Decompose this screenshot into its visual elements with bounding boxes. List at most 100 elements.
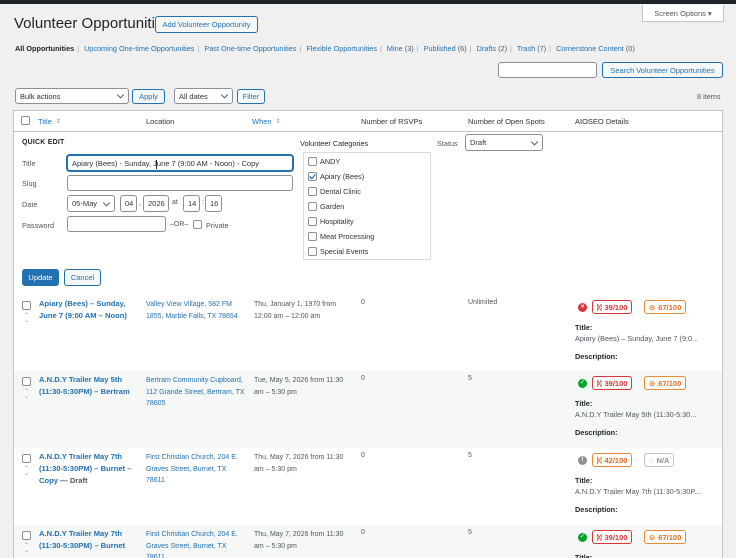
add-opportunity-button[interactable]: Add Volunteer Opportunity	[155, 16, 258, 33]
view-flexible[interactable]: Flexible Opportunities	[306, 44, 377, 53]
row-location[interactable]: First Christian Church, 204 E. Graves St…	[146, 529, 246, 558]
view-mine[interactable]: Mine	[387, 44, 403, 53]
category-checkbox[interactable]	[308, 217, 317, 226]
hour-input[interactable]: 14	[183, 195, 200, 212]
row-title-link[interactable]: Apiary (Bees) – Sunday, June 7 (9:00 AM …	[39, 299, 127, 320]
view-all[interactable]: All Opportunities	[15, 44, 74, 53]
search-input[interactable]	[498, 62, 597, 78]
sort-icon: ⇕	[55, 118, 61, 125]
minute-input[interactable]: 16	[205, 195, 222, 212]
seo-title-value: Apiary (Bees) – Sunday, June 7 (9:0...	[575, 334, 699, 343]
category-item[interactable]: Dental Clinic	[308, 187, 361, 196]
view-upcoming[interactable]: Upcoming One-time Opportunities	[84, 44, 194, 53]
select-all-checkbox[interactable]	[21, 116, 30, 125]
row-checkbox[interactable]	[22, 377, 31, 386]
row-title[interactable]: A.N.D.Y Trailer May 5th (11:30-5:30PM) –…	[39, 374, 137, 398]
row-spots: Unlimited	[468, 299, 498, 306]
screen-options-button[interactable]: Screen Options ▾	[642, 5, 724, 22]
category-item[interactable]: Garden	[308, 202, 344, 211]
view-trash-count: (7)	[537, 44, 547, 53]
view-drafts-count: (2)	[498, 44, 507, 53]
password-input[interactable]	[67, 216, 166, 232]
view-published[interactable]: Published	[424, 44, 456, 53]
view-past[interactable]: Past One-time Opportunities	[204, 44, 296, 53]
row-location[interactable]: Bertram Community Cupboard, 112 Grande S…	[146, 375, 246, 410]
at-label: at	[172, 199, 178, 206]
headline-score-badge[interactable]: ◌ N/A	[644, 453, 675, 467]
row-title[interactable]: A.N.D.Y Trailer May 7th (11:30-5:30PM) –…	[39, 528, 137, 552]
truseo-icon: ᛞ	[597, 532, 602, 542]
reorder-icon[interactable]: ⌃ ⌄	[22, 543, 31, 554]
category-label: Special Events	[320, 247, 369, 256]
row-location[interactable]: First Christian Church, 204 E. Graves St…	[146, 452, 246, 487]
dates-value: All dates	[179, 91, 208, 101]
headline-score: 67/100	[658, 302, 682, 312]
column-title-label: Title	[38, 116, 52, 126]
headline-score-badge[interactable]: ⊙ 67/100	[644, 376, 687, 390]
check-circle-icon: ✓	[578, 533, 587, 542]
title-label: Title	[22, 159, 36, 168]
seo-title-value: A.N.D.Y Trailer May 5th (11:30-5:30...	[575, 410, 697, 419]
view-trash[interactable]: Trash	[517, 44, 535, 53]
row-checkbox[interactable]	[22, 454, 31, 463]
private-checkbox[interactable]	[193, 220, 202, 229]
row-title-link[interactable]: A.N.D.Y Trailer May 7th (11:30-5:30PM) –…	[39, 529, 125, 550]
search-button[interactable]: Search Volunteer Opportunities	[602, 62, 723, 78]
truseo-score-badge[interactable]: ᛞ 39/100	[592, 376, 633, 390]
bulk-actions-select[interactable]: Bulk actions	[15, 88, 129, 104]
headline-score: 67/100	[658, 532, 682, 542]
truseo-icon: ᛞ	[597, 455, 602, 465]
opportunities-table: Title ⇕ Location When ⇕ Number of RSVPs Nu…	[13, 110, 723, 558]
reorder-icon[interactable]: ⌃ ⌄	[22, 466, 31, 477]
row-title-link[interactable]: A.N.D.Y Trailer May 5th (11:30-5:30PM) –…	[39, 375, 130, 396]
category-item[interactable]: Special Events	[308, 247, 368, 256]
seo-title-value: A.N.D.Y Trailer May 7th (11:30-5:30P...	[575, 487, 701, 496]
truseo-score-badge[interactable]: ᛞ 42/100	[592, 453, 633, 467]
category-checkbox[interactable]	[308, 247, 317, 256]
apply-button[interactable]: Apply	[132, 89, 165, 104]
seo-title-label: Title:	[575, 476, 593, 485]
category-checkbox[interactable]	[308, 172, 317, 181]
month-select[interactable]: 05-May	[67, 195, 115, 212]
row-checkbox[interactable]	[22, 531, 31, 540]
view-drafts[interactable]: Drafts	[477, 44, 496, 53]
day-input[interactable]: 04	[120, 195, 137, 212]
status-select[interactable]: Draft	[465, 134, 543, 151]
filter-button[interactable]: Filter	[237, 89, 265, 104]
view-cornerstone[interactable]: Cornerstone Content	[556, 44, 624, 53]
category-item[interactable]: ANDY	[308, 157, 340, 166]
table-row: ⌃ ⌄ Apiary (Bees) – Sunday, June 7 (9:00 …	[14, 295, 722, 371]
slug-input[interactable]	[67, 175, 293, 191]
seo-title-label: Title:	[575, 399, 593, 408]
row-rsvps: 0	[361, 452, 365, 459]
reorder-icon[interactable]: ⌃ ⌄	[22, 313, 31, 324]
row-rsvps: 0	[361, 529, 365, 536]
column-when[interactable]: When ⇕	[252, 111, 281, 131]
update-button[interactable]: Update	[22, 269, 59, 286]
private-label: Private	[206, 221, 229, 230]
category-checkbox[interactable]	[308, 157, 317, 166]
row-location[interactable]: Valley View Village, 582 FM 1855, Marble…	[146, 299, 246, 322]
year-input[interactable]: 2026	[143, 195, 169, 212]
headline-icon: ◌	[649, 455, 654, 465]
category-item[interactable]: Hospitality	[308, 217, 354, 226]
truseo-score-badge[interactable]: ᛞ 39/100	[592, 530, 633, 544]
headline-score-badge[interactable]: ⊙ 67/100	[644, 530, 687, 544]
category-item[interactable]: Meat Processing	[308, 232, 374, 241]
category-item[interactable]: Apiary (Bees)	[308, 172, 364, 181]
title-input[interactable]: Apiary (Bees) - Sunday, June 7 (9:00 AM …	[67, 155, 293, 171]
row-title[interactable]: A.N.D.Y Trailer May 7th (11:30-5:30PM) –…	[39, 451, 137, 487]
dates-select[interactable]: All dates	[174, 88, 233, 104]
category-checkbox[interactable]	[308, 232, 317, 241]
page-title: Volunteer Opportunities	[14, 15, 171, 32]
truseo-score-badge[interactable]: ᛞ 39/100	[592, 300, 633, 314]
category-checkbox[interactable]	[308, 187, 317, 196]
headline-score-badge[interactable]: ⊙ 67/100	[644, 300, 687, 314]
category-checkbox[interactable]	[308, 202, 317, 211]
column-title[interactable]: Title ⇕	[38, 111, 61, 131]
row-checkbox[interactable]	[22, 301, 31, 310]
cancel-button[interactable]: Cancel	[64, 269, 101, 286]
column-when-label: When	[252, 116, 272, 126]
reorder-icon[interactable]: ⌃ ⌄	[22, 389, 31, 400]
row-title[interactable]: Apiary (Bees) – Sunday, June 7 (9:00 AM …	[39, 298, 137, 322]
